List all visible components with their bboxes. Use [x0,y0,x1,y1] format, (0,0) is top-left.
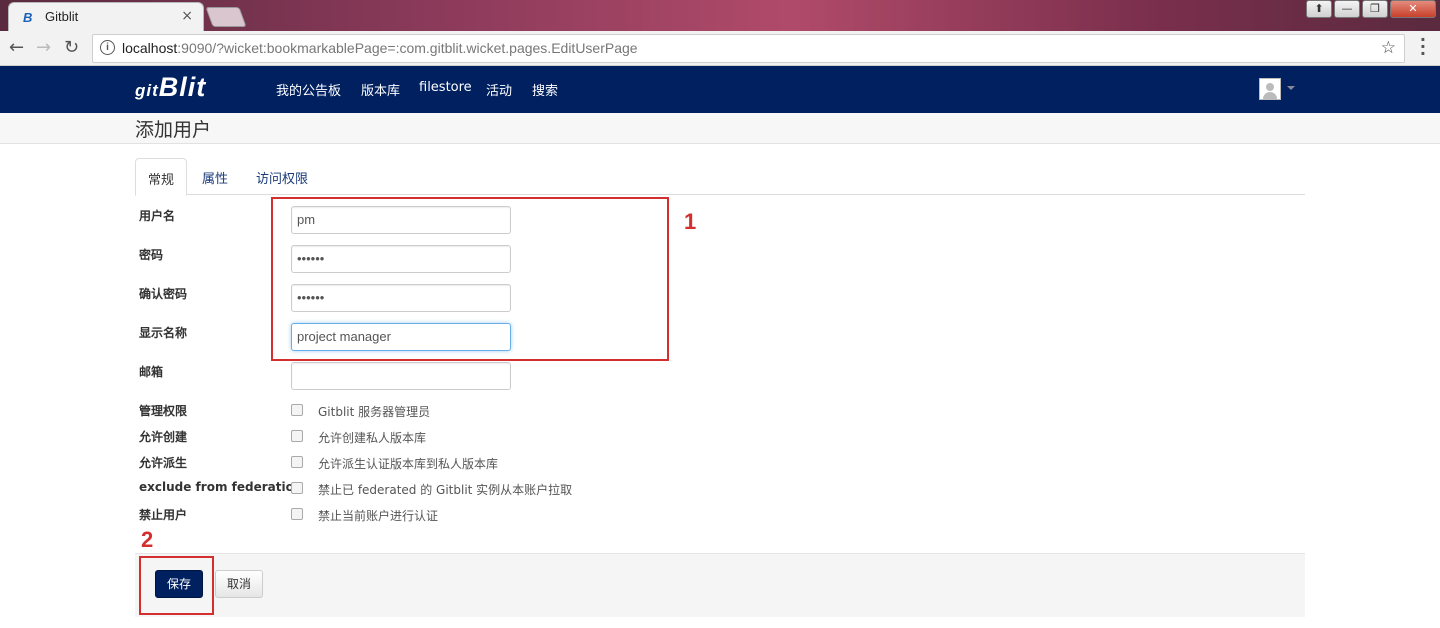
can-create-checkbox-text: 允许创建私人版本库 [318,431,427,445]
nav-activity[interactable]: 活动 [486,80,512,99]
tab-attributes[interactable]: 属性 [190,158,240,195]
can-fork-checkbox[interactable] [291,456,303,468]
browser-tab[interactable]: B Gitblit × [8,2,204,31]
url-host: localhost [122,40,178,56]
address-url[interactable]: localhost:9090/?wicket:bookmarkablePage=… [122,40,638,56]
display-name-label: 显示名称 [139,326,188,340]
gitblit-navbar: gitBlit 我的公告板 版本库 filestore 活动 搜索 [0,66,1440,113]
annotation-number-1: 1 [684,209,697,234]
nav-search[interactable]: 搜索 [532,80,558,99]
site-info-icon[interactable]: i [100,40,115,55]
tab-general[interactable]: 常规 [135,158,188,196]
url-path: :9090/?wicket:bookmarkablePage=:com.gitb… [177,40,638,56]
logo-text: Blit [158,72,207,102]
disable-user-checkbox[interactable] [291,508,303,520]
can-create-checkbox[interactable] [291,430,303,442]
admin-checkbox[interactable] [291,404,303,416]
page-header: 添加用户 [0,113,1440,144]
window-restore-button[interactable]: ❐ [1362,0,1388,18]
tab-title: Gitblit [45,9,79,24]
email-label: 邮箱 [139,365,164,379]
admin-checkbox-text: Gitblit 服务器管理员 [318,405,431,419]
reload-icon[interactable]: ↻ [64,37,79,58]
exclude-federation-checkbox[interactable] [291,482,303,494]
window-user-button[interactable]: ⬆ [1306,0,1332,18]
window-minimize-button[interactable]: — [1334,0,1360,18]
can-create-label: 允许创建 [139,430,188,444]
chevron-down-icon[interactable] [1287,86,1295,90]
exclude-federation-checkbox-text: 禁止已 federated 的 Gitblit 实例从本账户拉取 [318,483,573,497]
cancel-button[interactable]: 取消 [215,570,263,598]
password-label: 密码 [139,248,164,262]
can-fork-checkbox-text: 允许派生认证版本库到私人版本库 [318,457,499,471]
gitblit-favicon-icon: B [23,10,33,25]
bookmark-star-icon[interactable]: ☆ [1381,38,1396,58]
gitblit-logo[interactable]: gitBlit [135,72,206,103]
tab-close-icon[interactable]: × [181,8,193,24]
disable-user-label: 禁止用户 [139,508,188,522]
username-label: 用户名 [139,209,176,223]
user-avatar[interactable] [1259,78,1281,100]
back-arrow-icon[interactable]: ← [9,37,24,58]
tab-permissions[interactable]: 访问权限 [244,158,320,195]
annotation-box-2 [139,556,214,615]
window-close-button[interactable]: ✕ [1390,0,1436,18]
browser-menu-icon[interactable]: · · · [1420,32,1426,62]
can-fork-label: 允许派生 [139,456,188,470]
nav-repositories[interactable]: 版本库 [361,80,400,99]
browser-titlebar: B Gitblit × ⬆ — ❐ ✕ [0,0,1440,31]
admin-label: 管理权限 [139,404,188,418]
logo-prefix: git [135,81,159,100]
confirm-password-label: 确认密码 [139,287,188,301]
address-bar[interactable]: i localhost:9090/?wicket:bookmarkablePag… [92,34,1405,63]
user-tabs: 常规 属性 访问权限 [135,158,1305,196]
annotation-box-1 [271,197,669,361]
form-actions [135,553,1305,617]
new-tab-button[interactable] [205,7,247,27]
email-input[interactable] [291,362,511,390]
browser-toolbar: ← → ↻ i localhost:9090/?wicket:bookmarka… [0,31,1440,66]
nav-dashboard[interactable]: 我的公告板 [276,80,341,99]
exclude-federation-label: exclude from federation [139,480,303,494]
annotation-number-2: 2 [141,527,154,552]
forward-arrow-icon[interactable]: → [36,37,51,58]
window-controls: ⬆ — ❐ ✕ [1306,0,1436,18]
nav-filestore[interactable]: filestore [419,80,472,95]
page-title: 添加用户 [135,119,212,141]
disable-user-checkbox-text: 禁止当前账户进行认证 [318,509,439,523]
